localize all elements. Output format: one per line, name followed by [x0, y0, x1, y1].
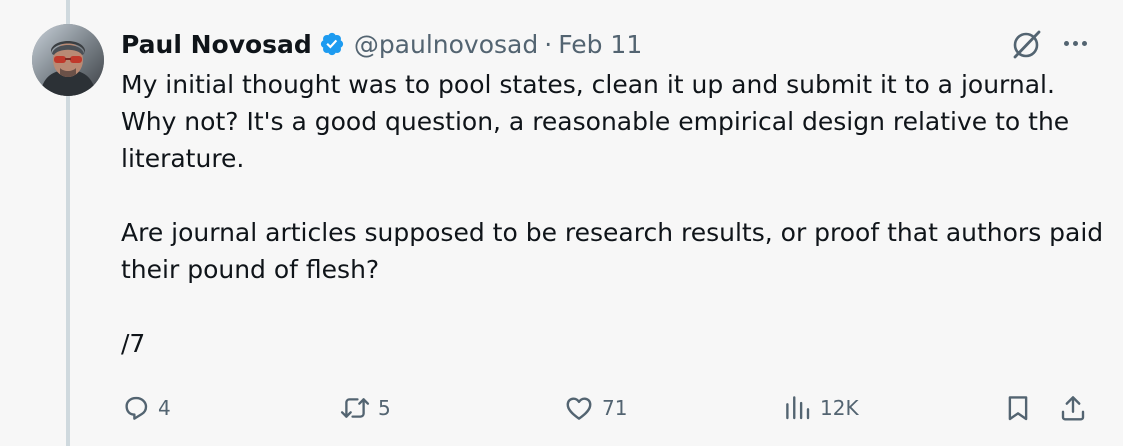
more-dot	[1063, 40, 1069, 46]
bookmark-icon	[1008, 396, 1028, 421]
author-name[interactable]: Paul Novosad	[121, 30, 312, 59]
verified-badge-icon[interactable]	[319, 31, 345, 57]
separator-dot: ·	[544, 29, 553, 59]
tweet-text: My initial thought was to pool states, c…	[121, 66, 1111, 362]
reply-count: 4	[158, 396, 171, 420]
more-dot	[1072, 40, 1078, 46]
tweet-header: Paul Novosad @paulnovosad · Feb 11	[121, 27, 642, 61]
avatar-photo	[32, 24, 104, 96]
tweet-actions: 4 5 71 12K	[0, 388, 1123, 428]
tweet-paragraph: My initial thought was to pool states, c…	[121, 70, 1070, 173]
author-handle[interactable]: @paulnovosad	[354, 30, 538, 59]
avatar[interactable]	[32, 24, 104, 96]
reply-icon	[125, 396, 148, 420]
like-count: 71	[602, 396, 628, 420]
more-icon[interactable]	[1058, 28, 1092, 58]
share-icon	[1061, 396, 1085, 421]
views-icon	[786, 396, 810, 420]
views-count: 12K	[820, 396, 859, 420]
more-dot	[1081, 40, 1087, 46]
share-button[interactable]	[1058, 388, 1088, 428]
views-button[interactable]: 12K	[783, 388, 859, 428]
tweet-paragraph: /7	[121, 329, 146, 358]
repost-button[interactable]: 5	[339, 388, 391, 428]
tweet-paragraph: Are journal articles supposed to be rese…	[121, 218, 1104, 284]
grok-icon[interactable]	[1009, 26, 1045, 62]
repost-icon	[340, 398, 370, 418]
tweet-date[interactable]: Feb 11	[558, 30, 642, 59]
bookmark-button[interactable]	[1003, 388, 1033, 428]
like-icon	[566, 397, 592, 420]
like-button[interactable]: 71	[563, 388, 627, 428]
reply-button[interactable]: 4	[121, 388, 171, 428]
repost-count: 5	[378, 396, 391, 420]
